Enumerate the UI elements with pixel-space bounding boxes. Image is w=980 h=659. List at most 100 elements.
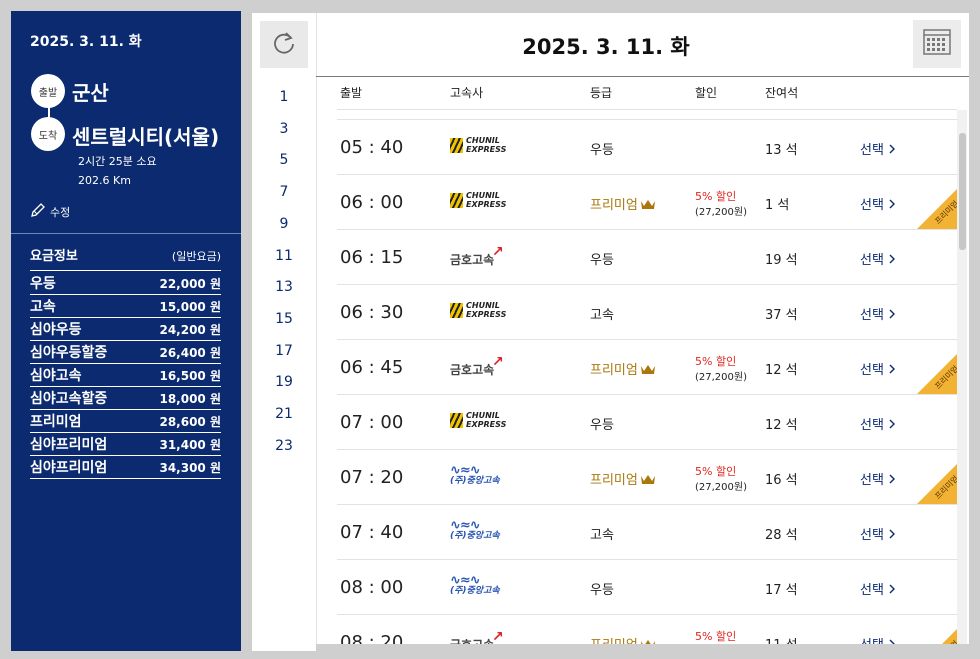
chunil-mark-icon — [450, 137, 463, 153]
chunil-line2: EXPRESS — [466, 420, 507, 429]
fare-row: 심야우등할증 26,400 원 — [30, 341, 221, 364]
chunil-mark-icon — [450, 192, 463, 208]
col-discount: 할인 — [695, 86, 718, 100]
company-logo-kumho: 금호고속↗ — [450, 244, 530, 270]
departure-time: 06 : 15 — [340, 247, 404, 268]
hour-link[interactable]: 17 — [252, 343, 316, 359]
remaining-seats: 17 석 — [765, 583, 798, 598]
select-button[interactable]: 선택 — [860, 139, 896, 158]
hour-link[interactable]: 15 — [252, 311, 316, 327]
horizontal-scrollbar[interactable] — [316, 644, 969, 651]
chunil-line1: CHUNIL — [466, 301, 500, 310]
chunil-line2: EXPRESS — [466, 145, 507, 154]
discount-rate: 5% 할인 — [695, 465, 737, 478]
fare-price: 31,400 원 — [159, 437, 221, 452]
schedule-row: 08 : 00 ∿≈∿ (주)중앙고속 우등 17 석 선택 — [337, 559, 957, 614]
select-button[interactable]: 선택 — [860, 414, 896, 433]
bus-grade: 우등 — [590, 249, 614, 268]
edit-route-button[interactable]: 수정 — [30, 202, 70, 221]
select-button[interactable]: 선택 — [860, 194, 896, 213]
chunil-line1: CHUNIL — [466, 136, 500, 145]
hour-link[interactable]: 23 — [252, 438, 316, 454]
travel-duration: 2시간 25분 소요 — [78, 155, 157, 168]
summary-divider — [11, 233, 241, 234]
fare-row: 심야프리미엄 31,400 원 — [30, 433, 221, 456]
scrollbar[interactable] — [957, 110, 967, 645]
fare-name: 심야고속할증 — [30, 391, 108, 407]
column-headers: 출발 고속사 등급 할인 잔여석 — [337, 84, 957, 110]
refresh-button[interactable] — [260, 21, 308, 68]
col-grade: 등급 — [590, 86, 613, 100]
joongang-wordmark: (주)중앙고속 — [450, 586, 500, 596]
schedule-row: 05 : 40 CHUNIL EXPRESS 우등 13 석 선택 — [337, 119, 957, 174]
select-label: 선택 — [860, 363, 884, 378]
select-button[interactable]: 선택 — [860, 469, 896, 488]
joongang-logo: ∿≈∿ (주)중앙고속 — [450, 573, 530, 596]
chunil-wordmark: CHUNIL EXPRESS — [466, 411, 506, 429]
schedule-row: 06 : 15 금호고속 ↗ 우등 19 석 선택 — [337, 229, 957, 284]
hour-link[interactable]: 7 — [252, 184, 316, 200]
hour-link[interactable]: 5 — [252, 152, 316, 168]
chunil-express-logo: CHUNIL EXPRESS — [450, 411, 530, 429]
remaining-seats: 13 석 — [765, 143, 798, 158]
column-divider — [316, 13, 317, 651]
chevron-right-icon — [884, 363, 896, 378]
schedule-row: 06 : 30 CHUNIL EXPRESS 고속 37 석 선택 — [337, 284, 957, 339]
joongang-logo: ∿≈∿ (주)중앙고속 — [450, 519, 530, 541]
calendar-button[interactable] — [913, 20, 961, 68]
bus-grade: 고속 — [590, 304, 614, 323]
fare-price: 26,400 원 — [159, 345, 221, 360]
hour-link[interactable]: 13 — [252, 279, 316, 295]
hour-link[interactable]: 11 — [252, 248, 316, 264]
hour-link[interactable]: 21 — [252, 406, 316, 422]
chunil-wordmark: CHUNIL EXPRESS — [466, 191, 506, 209]
schedule-row: 07 : 40 ∿≈∿ (주)중앙고속 고속 28 석 선택 — [337, 504, 957, 559]
fare-name: 심야프리미엄 — [30, 437, 108, 453]
company-logo-chunil: CHUNIL EXPRESS — [450, 136, 530, 160]
grade-label: 프리미엄 — [590, 473, 638, 488]
hour-link[interactable]: 1 — [252, 89, 316, 105]
departure-time: 07 : 40 — [340, 522, 404, 543]
crown-icon — [638, 473, 656, 488]
hour-link[interactable]: 9 — [252, 216, 316, 232]
greyhound-icon: ∿≈∿ — [450, 573, 481, 588]
schedule-row: 07 : 20 ∿≈∿ (주)중앙고속 프리미엄 5% 할인 (27,200원) 16 석 선… — [337, 449, 957, 504]
route-summary-panel: 2025. 3. 11. 화 출발 군산 도착 센트럴시티(서울) 2시간 25… — [11, 11, 241, 651]
hour-link[interactable]: 19 — [252, 374, 316, 390]
premium-ribbon: 프리미엄 — [917, 354, 957, 394]
selected-date: 2025. 3. 11. 화 — [522, 35, 690, 59]
select-button[interactable]: 선택 — [860, 359, 896, 378]
select-button[interactable]: 선택 — [860, 304, 896, 323]
hour-link[interactable]: 3 — [252, 121, 316, 137]
select-label: 선택 — [860, 308, 884, 323]
fare-row: 우등 22,000 원 — [30, 272, 221, 295]
select-button[interactable]: 선택 — [860, 249, 896, 268]
scroll-thumb[interactable] — [959, 133, 966, 250]
chunil-express-logo: CHUNIL EXPRESS — [450, 301, 530, 319]
schedule-panel: 2025. 3. 11. 화 1 3 5 7 9 11 13 15 17 19 21 23 출발 고속… — [252, 13, 969, 651]
select-label: 선택 — [860, 253, 884, 268]
joongang-wordmark: (주)중앙고속 — [450, 531, 500, 541]
discount-price: (27,200원) — [695, 372, 747, 383]
select-label: 선택 — [860, 528, 884, 543]
grade-label: 고속 — [590, 528, 614, 543]
chevron-right-icon — [884, 253, 896, 268]
select-label: 선택 — [860, 198, 884, 213]
joongang-logo: ∿≈∿ (주)중앙고속 — [450, 464, 530, 486]
company-logo-joongang: ∿≈∿ (주)중앙고속 — [450, 464, 530, 490]
select-button[interactable]: 선택 — [860, 524, 896, 543]
bus-grade: 고속 — [590, 524, 614, 543]
col-departure: 출발 — [340, 86, 363, 100]
chevron-right-icon — [884, 583, 896, 598]
select-button[interactable]: 선택 — [860, 579, 896, 598]
select-label: 선택 — [860, 143, 884, 158]
chunil-wordmark: CHUNIL EXPRESS — [466, 136, 506, 154]
fare-subtitle: (일반요금) — [171, 250, 221, 263]
chevron-right-icon — [884, 528, 896, 543]
chunil-line2: EXPRESS — [466, 310, 507, 319]
departure-time: 08 : 00 — [340, 577, 404, 598]
company-logo-kumho: 금호고속↗ — [450, 354, 530, 380]
departure-badge: 출발 — [31, 74, 65, 108]
chevron-right-icon — [884, 143, 896, 158]
chevron-right-icon — [884, 308, 896, 323]
